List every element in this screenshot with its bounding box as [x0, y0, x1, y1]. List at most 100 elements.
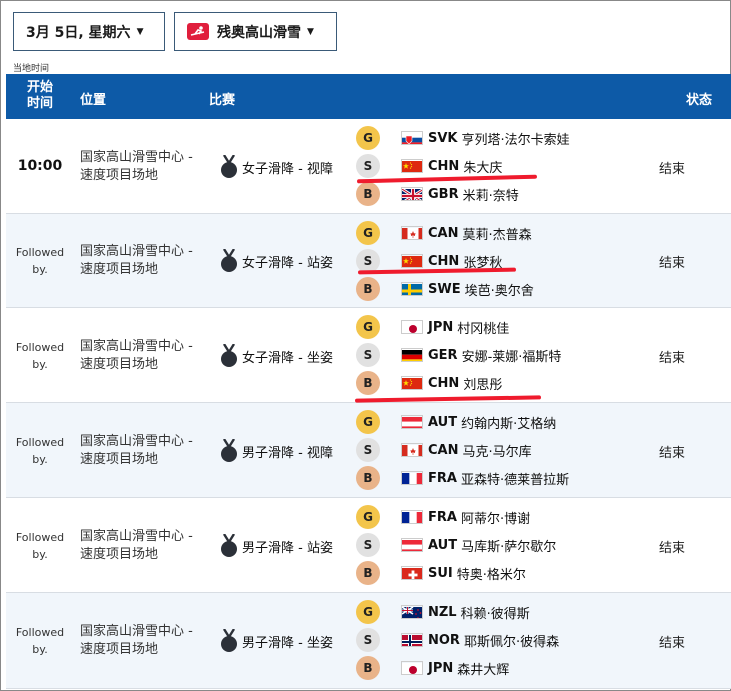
event-status: 结束	[659, 350, 686, 366]
medal-result: B FRA 亚森特·德莱普拉斯	[356, 466, 569, 490]
header-time: 开始 时间	[26, 80, 53, 111]
noc-code: FRA	[428, 509, 457, 525]
medal-result: B SUI 特奥·格米尔	[356, 561, 526, 585]
venue: 国家高山滑雪中心 - 速度项目场地	[80, 338, 193, 372]
athlete-name[interactable]: 村冈桃佳	[457, 318, 509, 337]
noc-code: SUI	[428, 565, 453, 581]
flag-fra-icon	[401, 510, 423, 524]
athlete-name[interactable]: 亨列塔·法尔卡索娃	[462, 129, 570, 148]
event-name[interactable]: 男子滑降 - 视障	[242, 442, 333, 461]
medal-event-icon	[220, 248, 238, 273]
venue: 国家高山滑雪中心 - 速度项目场地	[80, 528, 193, 562]
flag-gbr-icon	[401, 187, 423, 201]
noc-code: CHN	[428, 253, 460, 269]
medal-result: G FRA 阿蒂尔·博谢	[356, 505, 530, 529]
event-name[interactable]: 女子滑降 - 视障	[242, 158, 333, 177]
sport-dropdown[interactable]: 残奥高山滑雪 ▼	[174, 12, 337, 51]
athlete-name[interactable]: 莫莉·杰普森	[462, 224, 531, 243]
athlete-name[interactable]: 刘思彤	[463, 374, 502, 393]
noc-code: CHN	[428, 375, 460, 391]
noc-code: CHN	[428, 158, 460, 174]
medal-result: G SVK 亨列塔·法尔卡索娃	[356, 126, 570, 150]
event-name[interactable]: 男子滑降 - 坐姿	[242, 632, 333, 651]
noc-code: CAN	[428, 225, 459, 241]
flag-can-icon	[401, 226, 423, 240]
athlete-name[interactable]: 约翰内斯·艾格纳	[461, 413, 556, 432]
event-name[interactable]: 男子滑降 - 站姿	[242, 537, 333, 556]
medal-badge-b: B	[356, 277, 380, 301]
noc-code: GBR	[428, 186, 459, 202]
medal-event-icon	[220, 153, 238, 179]
medal-badge-b: B	[356, 656, 380, 680]
header-event: 比赛	[209, 93, 236, 108]
medal-badge-g: G	[356, 410, 380, 434]
flag-jpn-icon	[401, 320, 423, 334]
athlete-name[interactable]: 马克·马尔库	[462, 441, 531, 460]
medal-result: S GER 安娜-莱娜·福斯特	[356, 343, 561, 367]
start-time: Followed by.	[15, 435, 65, 466]
medal-result: G AUT 约翰内斯·艾格纳	[356, 410, 556, 434]
flag-jpn-icon	[401, 661, 423, 675]
athlete-name[interactable]: 安娜-莱娜·福斯特	[462, 346, 562, 365]
medal-event-icon	[220, 342, 238, 368]
medal-badge-b: B	[356, 182, 380, 206]
athlete-name[interactable]: 森井大辉	[457, 659, 509, 678]
start-time: Followed by.	[15, 246, 65, 276]
event-name[interactable]: 女子滑降 - 坐姿	[242, 347, 333, 366]
date-dropdown[interactable]: 3月 5日, 星期六 ▼	[13, 12, 165, 51]
medal-result: S CHN 朱大庆	[356, 154, 502, 178]
athlete-name[interactable]: 耶斯佩尔·彼得森	[464, 631, 559, 650]
venue: 国家高山滑雪中心 - 速度项目场地	[80, 244, 193, 277]
noc-code: AUT	[428, 537, 458, 553]
athlete-name[interactable]: 米莉·奈特	[463, 185, 519, 204]
medal-badge-g: G	[356, 126, 380, 150]
medal-result: G NZL 科赖·彼得斯	[356, 600, 530, 624]
noc-code: FRA	[428, 470, 457, 486]
flag-svk-icon	[401, 131, 423, 145]
event-status: 结束	[659, 256, 686, 271]
start-time: Followed by.	[15, 530, 65, 561]
table-row: Followed by. 国家高山滑雪中心 - 速度项目场地 男子滑降 - 站姿 G…	[6, 498, 731, 593]
medal-result: S NOR 耶斯佩尔·彼得森	[356, 628, 559, 652]
start-time: Followed by.	[15, 340, 65, 371]
athlete-name[interactable]: 朱大庆	[463, 157, 502, 176]
noc-code: JPN	[428, 660, 454, 676]
chevron-down-icon: ▼	[307, 26, 314, 37]
athlete-name[interactable]: 马库斯·萨尔歇尔	[461, 536, 556, 555]
medal-badge-s: S	[356, 154, 380, 178]
flag-can-icon	[401, 443, 423, 457]
medal-result: B GBR 米莉·奈特	[356, 182, 519, 206]
athlete-name[interactable]: 埃芭·奥尔舍	[465, 280, 534, 299]
event-status: 结束	[659, 445, 686, 461]
athlete-name[interactable]: 亚森特·德莱普拉斯	[461, 469, 569, 488]
medal-result: S AUT 马库斯·萨尔歇尔	[356, 533, 556, 557]
event-status: 结束	[659, 636, 686, 651]
medal-event-icon	[220, 437, 238, 463]
flag-nzl-icon	[401, 605, 423, 619]
athlete-name[interactable]: 特奥·格米尔	[457, 564, 526, 583]
flag-fra-icon	[401, 471, 423, 485]
flag-chn-icon	[401, 376, 423, 390]
event-status: 结束	[659, 540, 686, 556]
medal-result: B CHN 刘思彤	[356, 371, 502, 395]
athlete-name[interactable]: 科赖·彼得斯	[461, 603, 530, 622]
noc-code: NOR	[428, 632, 460, 648]
medal-badge-s: S	[356, 628, 380, 652]
date-dropdown-label: 3月 5日, 星期六	[26, 24, 131, 41]
event-name[interactable]: 女子滑降 - 站姿	[242, 252, 333, 271]
noc-code: NZL	[428, 604, 457, 620]
flag-chn-icon	[401, 254, 423, 268]
flag-swe-icon	[401, 282, 423, 296]
medal-event-icon	[220, 532, 238, 558]
table-header: 开始 时间 位置 比赛 状态	[6, 74, 731, 119]
header-location: 位置	[80, 93, 107, 108]
athlete-name[interactable]: 阿蒂尔·博谢	[461, 508, 530, 527]
medal-badge-s: S	[356, 343, 380, 367]
results-panel: 3月 5日, 星期六 ▼ 残奥高山滑雪 ▼ 当地时间 开始 时间 位置 比赛 状…	[0, 0, 731, 691]
table-row: 10:00 国家高山滑雪中心 - 速度项目场地 女子滑降 - 视障 G SVK 亨…	[6, 119, 731, 214]
para-alpine-skiing-icon	[187, 23, 209, 40]
venue: 国家高山滑雪中心 - 速度项目场地	[80, 433, 193, 467]
medal-badge-s: S	[356, 533, 380, 557]
flag-aut-icon	[401, 415, 423, 429]
noc-code: CAN	[428, 442, 459, 458]
